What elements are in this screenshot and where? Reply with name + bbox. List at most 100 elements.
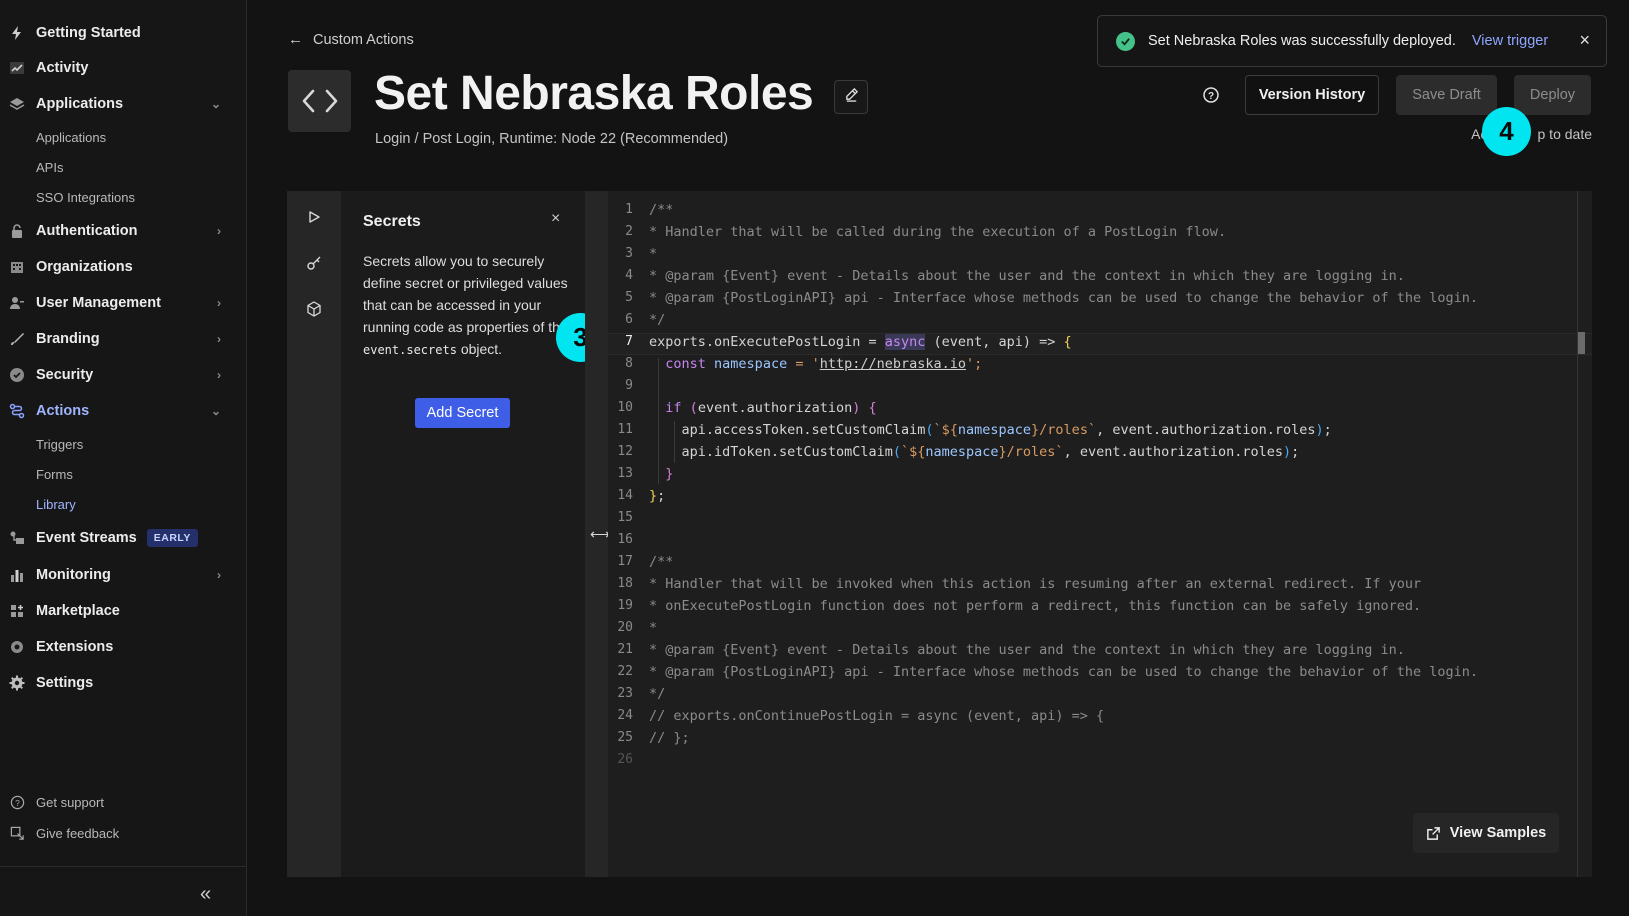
help-icon[interactable]: ? xyxy=(1201,85,1221,105)
secrets-title: Secrets xyxy=(363,213,421,230)
nav-item-applications[interactable]: Applications ⌄ xyxy=(0,87,247,121)
save-draft-button[interactable]: Save Draft xyxy=(1396,75,1497,115)
nav-label: Authentication xyxy=(36,223,138,239)
chevron-right-icon: › xyxy=(217,568,221,582)
stream-icon xyxy=(8,529,26,547)
code-token-url[interactable]: http://nebraska.io xyxy=(820,356,966,372)
line-number: 20 xyxy=(617,620,633,635)
code-token-brace: { xyxy=(1063,334,1072,350)
code-line-22: * @param {PostLoginAPI} api - Interface … xyxy=(649,664,1479,680)
code-line-13: } xyxy=(649,466,673,482)
code-line-24: // exports.onContinuePostLogin = async (… xyxy=(649,708,1105,724)
code-line-18: * Handler that will be invoked when this… xyxy=(649,576,1422,592)
line-number: 6 xyxy=(625,312,633,327)
nav-label: Applications xyxy=(36,96,124,112)
nav-item-marketplace[interactable]: Marketplace xyxy=(0,594,247,628)
add-secret-button[interactable]: Add Secret xyxy=(415,398,510,428)
chevron-right-icon: › xyxy=(217,368,221,382)
nav-label: Getting Started xyxy=(36,25,141,41)
nav-item-extensions[interactable]: Extensions xyxy=(0,630,247,664)
nav-item-authentication[interactable]: Authentication › xyxy=(0,214,247,248)
code-line-14: }; xyxy=(649,488,666,504)
line-number: 17 xyxy=(617,554,633,569)
grid-plus-icon xyxy=(8,602,26,620)
secrets-close-icon[interactable]: × xyxy=(551,210,560,228)
code-line-21: * @param {Event} event - Details about t… xyxy=(649,642,1405,658)
sub-item-triggers[interactable]: Triggers xyxy=(36,437,83,452)
flow-icon xyxy=(8,402,26,420)
nav-label: Branding xyxy=(36,331,100,347)
users-icon xyxy=(8,294,26,312)
deploy-button[interactable]: Deploy xyxy=(1514,75,1591,115)
code-line-25: // }; xyxy=(649,730,690,746)
line-number: 9 xyxy=(625,378,633,393)
scrollbar-cursor-mark xyxy=(1578,332,1585,354)
nav-item-organizations[interactable]: Organizations xyxy=(0,250,247,284)
nav-label: Organizations xyxy=(36,259,133,275)
external-link-icon xyxy=(1426,826,1441,841)
code-token-template: }/roles` xyxy=(998,444,1064,460)
toast-close-icon[interactable]: × xyxy=(1579,30,1590,51)
nav-item-event-streams[interactable]: Event Streams EARLY xyxy=(0,521,247,555)
code-token-template: }/roles` xyxy=(1031,422,1097,438)
get-support-label: Get support xyxy=(36,794,104,810)
sub-item-sso-integrations[interactable]: SSO Integrations xyxy=(36,190,135,205)
code-token: event.authorization xyxy=(697,400,853,416)
view-trigger-link[interactable]: View trigger xyxy=(1472,33,1548,49)
line-number: 22 xyxy=(617,664,633,679)
code-line-12: api.idToken.setCustomClaim(`${namespace}… xyxy=(681,444,1300,460)
sub-item-apis[interactable]: APIs xyxy=(36,160,63,175)
svg-text:?: ? xyxy=(15,797,20,807)
sidebar-divider xyxy=(0,866,247,867)
get-support-link[interactable]: ? Get support xyxy=(8,793,104,811)
nav-item-settings[interactable]: Settings xyxy=(0,666,247,700)
puzzle-icon xyxy=(8,638,26,656)
nav-item-user-management[interactable]: User Management › xyxy=(0,286,247,320)
status-suffix: p to date xyxy=(1537,126,1593,142)
sidebar: Getting Started Activity Applications ⌄ … xyxy=(0,0,247,916)
give-feedback-link[interactable]: Give feedback xyxy=(8,824,119,842)
sub-item-library[interactable]: Library xyxy=(36,497,76,512)
gear-icon xyxy=(8,674,26,692)
code-line-19: * onExecutePostLogin function does not p… xyxy=(649,598,1422,614)
line-number: 16 xyxy=(617,532,633,547)
sub-item-forms[interactable]: Forms xyxy=(36,467,73,482)
code-line-8: const namespace = 'http://nebraska.io'; xyxy=(649,356,982,372)
secrets-tab-button[interactable] xyxy=(300,251,328,279)
view-samples-button[interactable]: View Samples xyxy=(1413,813,1559,853)
code-line-23: */ xyxy=(649,686,666,702)
nav-item-monitoring[interactable]: Monitoring › xyxy=(0,558,247,592)
code-token-paren: ( xyxy=(892,444,901,460)
editor-scrollbar[interactable] xyxy=(1577,191,1578,877)
nav-item-branding[interactable]: Branding › xyxy=(0,322,247,356)
arrow-left-icon: ← xyxy=(288,31,303,48)
line-number: 23 xyxy=(617,686,633,701)
version-history-button[interactable]: Version History xyxy=(1245,75,1379,115)
nav-item-getting-started[interactable]: Getting Started xyxy=(0,16,247,50)
edit-title-button[interactable] xyxy=(834,80,868,114)
collapse-sidebar-button[interactable]: « xyxy=(200,884,224,905)
layers-icon xyxy=(8,95,26,113)
sub-item-applications[interactable]: Applications xyxy=(36,130,106,145)
key-icon xyxy=(306,255,322,276)
nav-item-security[interactable]: Security › xyxy=(0,358,247,392)
code-token-template: `${ xyxy=(933,422,958,438)
dependencies-tab-button[interactable] xyxy=(300,297,328,325)
run-test-button[interactable] xyxy=(300,205,328,233)
success-toast: Set Nebraska Roles was successfully depl… xyxy=(1097,15,1607,67)
code-token-template: `${ xyxy=(900,444,926,460)
code-token: exports.onExecutePostLogin = xyxy=(649,334,885,350)
nav-item-activity[interactable]: Activity xyxy=(0,51,247,85)
breadcrumb[interactable]: ← Custom Actions xyxy=(288,31,414,48)
line-number: 21 xyxy=(617,642,633,657)
package-icon xyxy=(306,300,322,322)
editor-side-rail xyxy=(287,191,341,877)
line-number: 25 xyxy=(617,730,633,745)
give-feedback-label: Give feedback xyxy=(36,825,120,841)
nav-item-actions[interactable]: Actions ⌄ xyxy=(0,394,247,428)
lock-icon xyxy=(8,222,26,240)
code-line-11: api.accessToken.setCustomClaim(`${namesp… xyxy=(681,422,1332,438)
nav-label: Event Streams xyxy=(36,530,137,546)
code-line-6: */ xyxy=(649,312,666,328)
code-line-17: /** xyxy=(649,554,674,570)
